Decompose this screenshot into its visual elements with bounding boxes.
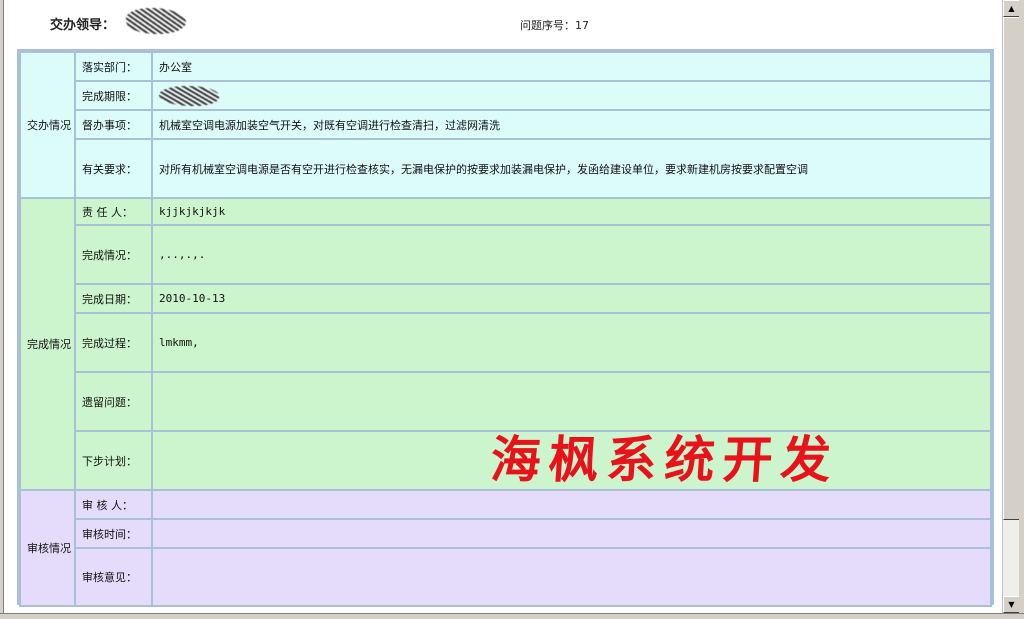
field-label: 完成过程： [74,312,153,373]
field-label: 审核时间： [74,518,153,549]
scroll-thumb[interactable] [1003,17,1020,520]
supervision-form: 交办情况 落实部门： 办公室 完成期限： 督办事项： 机械室空调电源加装空气开关… [17,49,994,607]
form-table: 交办情况 落实部门： 办公室 完成期限： 督办事项： 机械室空调电源加装空气开关… [19,51,992,607]
section-review-title: 审核情况 [19,489,76,607]
window-bottom-edge [0,613,1024,619]
field-value-reviewer [151,489,992,520]
scroll-up-button[interactable]: ▲ [1003,0,1020,17]
table-row: 审核情况 审 核 人： [19,489,992,607]
form-header: 交办领导： 问题序号：17 [4,0,1002,46]
table-row: 完成情况： ,..,.,. [20,224,992,285]
watermark-text: 海枫系统开发 [488,430,841,489]
redacted-deadline [159,85,219,106]
field-label: 下步计划： [74,430,153,491]
document-viewport: 交办领导： 问题序号：17 交办情况 落实部门： 办公室 完成期限： 督办事项：… [3,0,1002,613]
table-row: 有关要求： 对所有机械室空调电源是否有空开进行检查核实，无漏电保护的按要求加装漏… [20,138,992,199]
table-row: 完成日期： 2010-10-13 [20,283,992,314]
field-value-review-opinion [151,547,992,607]
table-row: 完成期限： [20,80,992,111]
field-value-department: 办公室 [151,51,992,82]
field-label: 督办事项： [74,109,153,140]
table-row: 完成过程： lmkmm, [20,312,992,373]
section-assign-title: 交办情况 [19,51,76,199]
field-value-review-time [151,518,992,549]
field-value-deadline [151,80,992,111]
table-row: 审核时间： [20,518,992,549]
field-label: 有关要求： [74,138,153,199]
field-value-supervised-item: 机械室空调电源加装空气开关，对既有空调进行检查清扫，过滤网清洗 [151,109,992,140]
field-value-completion-process: lmkmm, [151,312,992,373]
field-label: 审 核 人： [74,489,153,520]
field-value-completion-status: ,..,.,. [151,224,992,285]
table-row: 完成情况 责 任 人： kjjkjkjkjk [19,197,992,491]
field-value-responsible: kjjkjkjkjk [151,197,992,226]
field-label: 完成情况： [74,224,153,285]
vertical-scrollbar[interactable]: ▲ ▼ [1002,0,1020,613]
arrow-up-icon: ▲ [1008,4,1015,13]
field-label: 完成期限： [74,80,153,111]
field-value-requirements: 对所有机械室空调电源是否有空开进行检查核实，无漏电保护的按要求加装漏电保护，发函… [151,138,992,199]
field-label: 完成日期： [74,283,153,314]
scroll-down-button[interactable]: ▼ [1003,596,1020,613]
assigning-leader-label: 交办领导： [50,18,116,33]
field-label: 落实部门： [74,51,153,82]
table-row: 审核意见： [20,547,992,607]
field-label: 遗留问题： [74,371,153,432]
field-label: 审核意见： [74,547,153,607]
field-label: 责 任 人： [74,197,153,226]
arrow-down-icon: ▼ [1008,600,1015,609]
redacted-leader-name [126,8,186,34]
table-row: 督办事项： 机械室空调电源加装空气开关，对既有空调进行检查清扫，过滤网清洗 [20,109,992,140]
table-row: 交办情况 落实部门： 办公室 [19,51,992,199]
issue-serial-number: 问题序号：17 [520,19,589,32]
window-right-edge [1019,0,1024,618]
section-complete-title: 完成情况 [19,197,76,491]
field-value-completion-date: 2010-10-13 [151,283,992,314]
